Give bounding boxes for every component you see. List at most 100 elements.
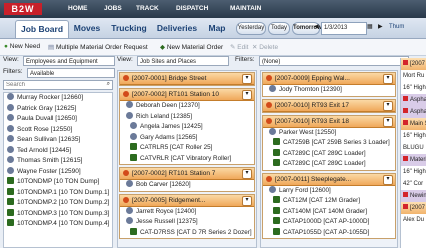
right-panel-item[interactable]: 16" High <box>401 130 426 142</box>
nav-track[interactable]: TRACK <box>136 5 159 12</box>
job-card-row[interactable]: Jarrett Royce [12400] <box>120 206 254 218</box>
center-view-select[interactable]: Job Sites and Places <box>137 56 229 66</box>
new-need-button[interactable]: ● New Need <box>4 43 40 50</box>
list-item[interactable]: Murray Rocker [12660] <box>4 93 112 104</box>
job-card-row[interactable]: CAT12M [CAT 12M Grader] <box>263 196 395 207</box>
job-card[interactable]: [2007-0010] RT93 Exit 17 ▾ <box>262 98 396 113</box>
job-card-row[interactable]: CATRLR5 [CAT Roller 25] <box>120 143 254 154</box>
job-card-header[interactable]: [2007-0005] Ridgement... ▾ <box>120 194 254 207</box>
list-item[interactable]: 10TONDMP.2 [10 TON Dump.2] <box>4 198 112 209</box>
yesterday-button[interactable]: Yesterday <box>236 22 266 35</box>
list-item[interactable]: 10TONDMP [10 TON Dump] <box>4 177 112 188</box>
calendar-icon[interactable]: ▦ <box>367 23 373 30</box>
list-item[interactable]: 10TONDMP.3 [10 TON Dump.3] <box>4 208 112 220</box>
job-card-row[interactable]: Bob Carver [12620] <box>120 180 254 191</box>
tab-deliveries[interactable]: Deliveries <box>153 20 201 37</box>
search-icon[interactable]: ⌕ <box>107 81 110 88</box>
job-card-row[interactable]: CATAP1000D [CAT AP-1000D] <box>263 217 395 228</box>
job-card-row[interactable]: Angela James [12425] <box>120 122 254 133</box>
job-card-row[interactable]: CAT259B [CAT 259B Series 3 Loader] <box>263 138 395 149</box>
right-panel-item[interactable]: Main S <box>401 118 426 130</box>
job-card[interactable]: [2007-0001] Bridge Street ▾ <box>119 72 255 86</box>
job-card-header[interactable]: [2007-0002] RT101 Station 7 ▾ <box>120 168 254 180</box>
list-item[interactable]: Sean Sullivan [12635] <box>4 135 112 146</box>
right-panel-item[interactable]: 16" High <box>401 82 426 94</box>
job-card-row[interactable]: Parker West [12550] <box>263 127 395 139</box>
job-card-header[interactable]: [2007-0009] Epping Wal... ▾ <box>263 73 395 85</box>
job-card-header[interactable]: [2007-0010] RT93 Exit 17 ▾ <box>263 99 395 112</box>
nav-home[interactable]: HOME <box>68 5 88 12</box>
card-menu-button[interactable]: ▾ <box>383 116 393 127</box>
date-input[interactable]: 1/3/2013 <box>321 22 367 35</box>
tab-map[interactable]: Map <box>203 20 231 37</box>
job-card[interactable]: [2007-0002] RT101 Station 10 ▾ Deborah Dee… <box>119 88 255 165</box>
job-card-row[interactable]: CAT289C [CAT 289C Loader] <box>263 159 395 170</box>
list-item[interactable]: Paula Duvall [12650] <box>4 114 112 125</box>
right-panel-item[interactable]: BLUGU <box>401 142 426 154</box>
right-panel-item[interactable]: [2007 <box>401 202 426 214</box>
job-card-header[interactable]: [2007-0011] Steeplegate... ▾ <box>263 173 395 186</box>
job-card-row[interactable]: Deborah Deen [12370] <box>120 101 254 112</box>
thumbnail-toggle[interactable]: Thum <box>389 24 404 30</box>
list-item[interactable]: Thomas Smith [12615] <box>4 156 112 167</box>
multi-order-button[interactable]: ▤ Multiple Material Order Request <box>48 43 148 51</box>
job-card-row[interactable]: CAT-D7RSS [CAT D 7R Series 2 Dozer] <box>120 227 254 239</box>
card-menu-button[interactable]: ▾ <box>383 100 393 111</box>
edit-button[interactable]: ✎ Edit <box>230 43 248 51</box>
right-panel-item[interactable]: 42" Cor <box>401 178 426 190</box>
right-panel-item[interactable]: [2007 <box>401 58 426 70</box>
job-card[interactable]: [2007-0011] Steeplegate... ▾ Larry Ford [1… <box>262 172 396 239</box>
job-card-row[interactable]: Jody Thornton [12390] <box>263 85 395 96</box>
search-box[interactable]: ⌕ <box>3 80 113 90</box>
job-card-row[interactable]: Jesse Russell [12375] <box>120 217 254 228</box>
card-menu-button[interactable]: ▾ <box>383 174 393 185</box>
new-material-order-button[interactable]: ◆ New Material Order <box>160 43 223 51</box>
date-next-icon[interactable]: ▶ <box>378 23 383 30</box>
list-item[interactable]: Ted Arnold [12445] <box>4 145 112 157</box>
list-item[interactable]: 10TONDMP.4 [10 TON Dump.4] <box>4 219 112 230</box>
right-panel-item[interactable]: Mort Ru <box>401 70 426 82</box>
right-panel-item[interactable]: 16" High <box>401 166 426 178</box>
list-item[interactable]: Patrick Gray [12625] <box>4 103 112 115</box>
list-item[interactable]: Wayne Foster [12590] <box>4 166 112 178</box>
center-filters-select[interactable]: (None) <box>259 56 409 66</box>
right-panel-item[interactable]: Alex Du <box>401 214 426 226</box>
card-menu-button[interactable]: ▾ <box>242 74 252 84</box>
nav-dispatch[interactable]: DISPATCH <box>176 5 208 12</box>
tab-moves[interactable]: Moves <box>70 20 104 37</box>
delete-button[interactable]: ✕ Delete <box>252 43 278 51</box>
job-card[interactable]: [2007-0010] RT93 Exit 18 ▾ Parker West [12… <box>262 114 396 171</box>
card-menu-button[interactable]: ▾ <box>242 195 252 206</box>
left-view-select[interactable]: Employees and Equipment <box>23 56 115 66</box>
left-filters-select[interactable]: Available <box>27 68 115 78</box>
job-card-row[interactable]: Gary Adams [12565] <box>120 132 254 144</box>
tab-job-board[interactable]: Job Board <box>15 20 69 38</box>
today-button[interactable]: Today <box>268 22 290 35</box>
job-card-header[interactable]: [2007-0002] RT101 Station 10 ▾ <box>120 89 254 101</box>
nav-maintain[interactable]: MAINTAIN <box>230 5 261 12</box>
right-panel-item[interactable]: Asphal <box>401 106 426 118</box>
job-card-header[interactable]: [2007-0001] Bridge Street ▾ <box>120 73 254 85</box>
card-menu-button[interactable]: ▾ <box>242 169 252 179</box>
right-panel-item[interactable]: Materia <box>401 154 426 166</box>
job-card-row[interactable]: CAT289C [CAT 289C Loader] <box>263 148 395 160</box>
tab-trucking[interactable]: Trucking <box>107 20 151 37</box>
right-panel-item[interactable]: Asphal <box>401 94 426 106</box>
job-card[interactable]: [2007-0002] RT101 Station 7 ▾ Bob Carver [… <box>119 167 255 192</box>
list-item[interactable]: 10TONDMP.1 [10 TON Dump.1] <box>4 187 112 199</box>
right-panel-item[interactable]: Newing <box>401 190 426 202</box>
job-card-row[interactable]: Rich Leland [12385] <box>120 111 254 123</box>
job-card[interactable]: [2007-0009] Epping Wal... ▾ Jody Thornton … <box>262 72 396 97</box>
nav-jobs[interactable]: JOBS <box>104 5 122 12</box>
job-card[interactable]: [2007-0005] Ridgement... ▾ Jarrett Royce [… <box>119 193 255 239</box>
card-menu-button[interactable]: ▾ <box>383 74 393 84</box>
job-card-row[interactable]: CAT140M [CAT 140M Grader] <box>263 206 395 218</box>
job-card-header[interactable]: [2007-0010] RT93 Exit 18 ▾ <box>263 115 395 128</box>
job-card-row[interactable]: CATAP1055D [CAT AP-1055D] <box>263 227 395 239</box>
card-menu-button[interactable]: ▾ <box>242 90 252 100</box>
job-card-row[interactable]: Larry Ford [12600] <box>263 185 395 197</box>
date-prev-icon[interactable]: ◀ <box>314 23 319 30</box>
job-card-row[interactable]: CATVRLR [CAT Vibratory Roller] <box>120 153 254 165</box>
list-item[interactable]: Scott Rose [12550] <box>4 124 112 136</box>
search-input[interactable] <box>4 81 101 89</box>
